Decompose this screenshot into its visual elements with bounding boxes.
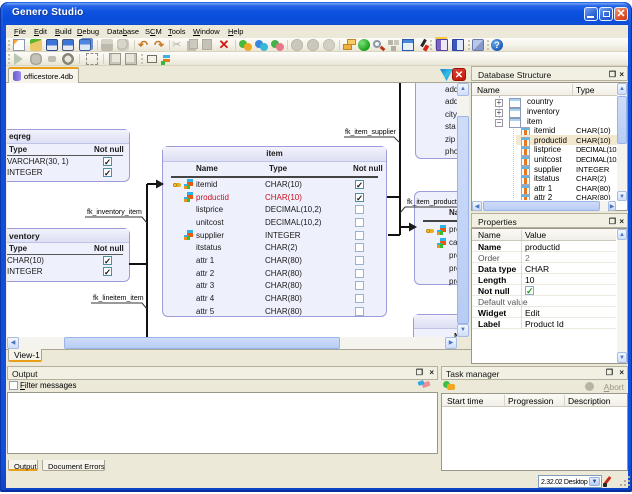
svg-text:fk_inventory_item: fk_inventory_item: [87, 209, 142, 216]
svg-text:fk_item_product: fk_item_product: [407, 199, 457, 206]
svg-text:fk_item_supplier: fk_item_supplier: [345, 129, 397, 136]
svg-text:fk_lineitem_item: fk_lineitem_item: [93, 295, 144, 302]
